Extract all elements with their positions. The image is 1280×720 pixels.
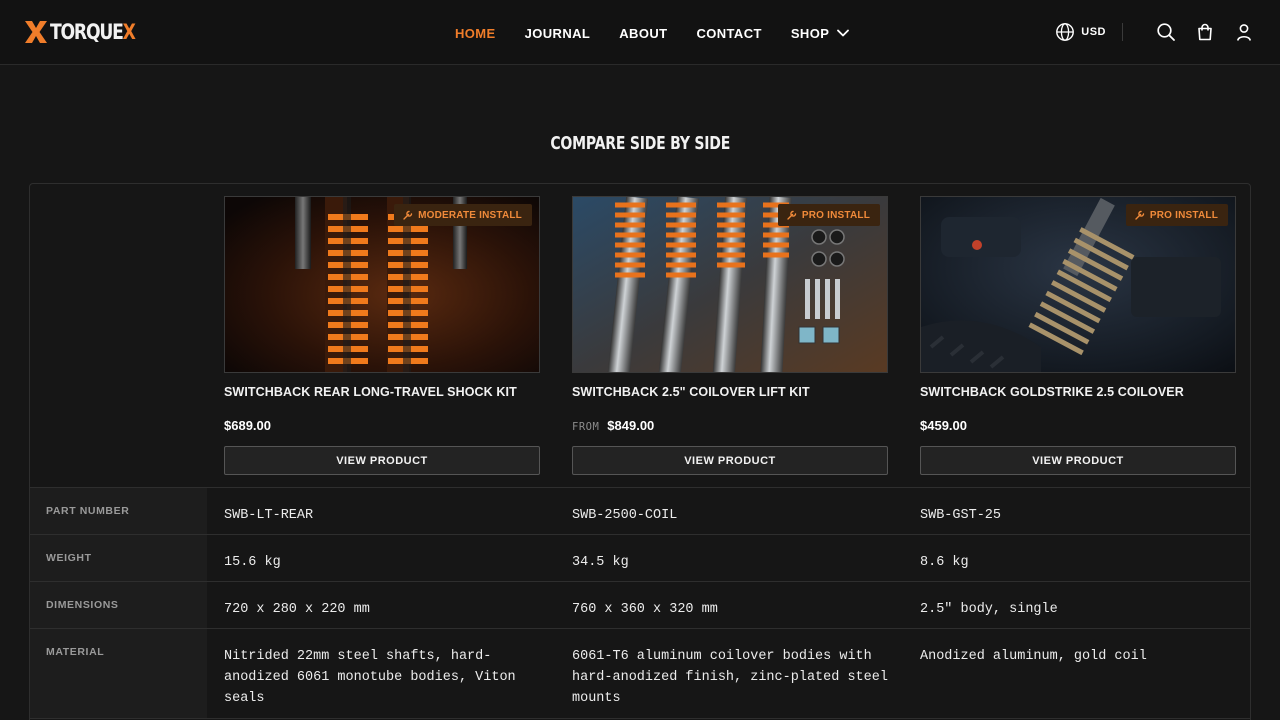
nav-home[interactable]: HOME xyxy=(455,24,496,42)
spec-value: 15.6 kg xyxy=(224,555,281,570)
brand-name-main: TORQUE xyxy=(50,20,124,44)
product-image[interactable]: MODERATE INSTALL xyxy=(224,196,540,373)
price-amount: $849.00 xyxy=(607,418,655,433)
product-price: $459.00 xyxy=(920,418,1236,434)
price-from-label: FROM xyxy=(572,421,600,433)
logo-x-icon xyxy=(25,21,47,43)
nav-about[interactable]: ABOUT xyxy=(619,24,667,42)
main-nav: HOME JOURNAL ABOUT CONTACT SHOP xyxy=(455,24,878,42)
currency-label: USD xyxy=(1081,26,1106,38)
product-image[interactable]: PRO INSTALL xyxy=(572,196,888,373)
site-header: TORQUEX HOME JOURNAL ABOUT CONTACT SHOP … xyxy=(0,0,1280,65)
spec-label: PART NUMBER xyxy=(30,488,207,534)
install-badge-label: PRO INSTALL xyxy=(801,209,870,221)
spec-row-weight: WEIGHT 15.6 kg 34.5 kg 8.6 kg xyxy=(30,535,1250,582)
spec-value: 8.6 kg xyxy=(920,555,969,570)
nav-shop[interactable]: SHOP xyxy=(790,24,850,42)
section-title-text: COMPARE SIDE BY SIDE xyxy=(550,133,730,154)
view-product-button[interactable]: VIEW PRODUCT xyxy=(224,446,540,475)
spec-value: 2.5" body, single xyxy=(920,602,1058,617)
spec-value: SWB-2500-COIL xyxy=(572,508,678,523)
section-title: COMPARE SIDE BY SIDE xyxy=(0,133,1280,154)
product-card: PRO INSTALL SWITCHBACK GOLDSTRIKE 2.5 CO… xyxy=(920,196,1236,475)
spec-value: SWB-LT-REAR xyxy=(224,508,314,523)
spec-value: SWB-GST-25 xyxy=(920,508,1002,523)
product-card: MODERATE INSTALL SWITCHBACK REAR LONG-TR… xyxy=(224,196,540,475)
brand-logo[interactable]: TORQUEX xyxy=(24,18,153,46)
globe-icon xyxy=(1056,23,1075,41)
install-badge: PRO INSTALL xyxy=(1125,204,1228,226)
header-divider xyxy=(1122,23,1123,41)
nav-journal[interactable]: JOURNAL xyxy=(525,24,591,42)
nav-shop-label: SHOP xyxy=(790,25,830,41)
user-icon xyxy=(1237,24,1251,41)
install-badge-label: PRO INSTALL xyxy=(1149,209,1218,221)
wrench-icon xyxy=(1135,210,1145,220)
spec-value: Anodized aluminum, gold coil xyxy=(920,649,1147,664)
product-price: $689.00 xyxy=(224,418,540,434)
install-badge: PRO INSTALL xyxy=(777,204,880,226)
search-icon xyxy=(1157,23,1175,41)
product-price: FROM $849.00 xyxy=(572,418,888,434)
product-image[interactable]: PRO INSTALL xyxy=(920,196,1236,373)
spec-row-material: MATERIAL Nitrided 22mm steel shafts, har… xyxy=(30,629,1250,719)
spec-row-part-number: PART NUMBER SWB-LT-REAR SWB-2500-COIL SW… xyxy=(30,488,1250,535)
spec-label: MATERIAL xyxy=(30,629,207,718)
spec-label: WEIGHT xyxy=(30,535,207,581)
spec-value: 720 x 280 x 220 mm xyxy=(224,602,370,617)
cart-button[interactable] xyxy=(1193,20,1217,44)
price-amount: $459.00 xyxy=(920,418,967,433)
header-actions: USD xyxy=(1055,20,1256,44)
product-card: PRO INSTALL SWITCHBACK 2.5" COILOVER LIF… xyxy=(572,196,888,475)
chevron-down-icon xyxy=(837,29,850,37)
price-amount: $689.00 xyxy=(224,418,271,433)
install-badge-label: MODERATE INSTALL xyxy=(418,209,522,221)
shopping-bag-icon xyxy=(1198,23,1212,41)
product-name[interactable]: SWITCHBACK REAR LONG-TRAVEL SHOCK KIT xyxy=(224,385,540,401)
brand-name-accent: X xyxy=(122,20,136,44)
search-button[interactable] xyxy=(1154,20,1178,44)
wrench-icon xyxy=(787,210,797,220)
account-button[interactable] xyxy=(1232,20,1256,44)
spec-row-dimensions: DIMENSIONS 720 x 280 x 220 mm 760 x 360 … xyxy=(30,582,1250,629)
compare-table: MODERATE INSTALL SWITCHBACK REAR LONG-TR… xyxy=(29,183,1251,720)
wrench-icon xyxy=(403,210,413,220)
product-name[interactable]: SWITCHBACK GOLDSTRIKE 2.5 COILOVER xyxy=(920,385,1236,401)
spec-value: Nitrided 22mm steel shafts, hard-anodize… xyxy=(224,649,516,706)
spec-value: 6061-T6 aluminum coilover bodies with ha… xyxy=(572,649,888,706)
view-product-button[interactable]: VIEW PRODUCT xyxy=(920,446,1236,475)
product-header-row: MODERATE INSTALL SWITCHBACK REAR LONG-TR… xyxy=(30,184,1250,488)
spec-label: DIMENSIONS xyxy=(30,582,207,628)
product-name[interactable]: SWITCHBACK 2.5" COILOVER LIFT KIT xyxy=(572,385,888,401)
brand-wordmark: TORQUEX xyxy=(50,20,136,44)
nav-contact[interactable]: CONTACT xyxy=(696,24,761,42)
view-product-button[interactable]: VIEW PRODUCT xyxy=(572,446,888,475)
install-badge: MODERATE INSTALL xyxy=(394,204,532,226)
spec-value: 760 x 360 x 320 mm xyxy=(572,602,718,617)
spec-value: 34.5 kg xyxy=(572,555,629,570)
currency-selector[interactable]: USD xyxy=(1055,22,1106,42)
